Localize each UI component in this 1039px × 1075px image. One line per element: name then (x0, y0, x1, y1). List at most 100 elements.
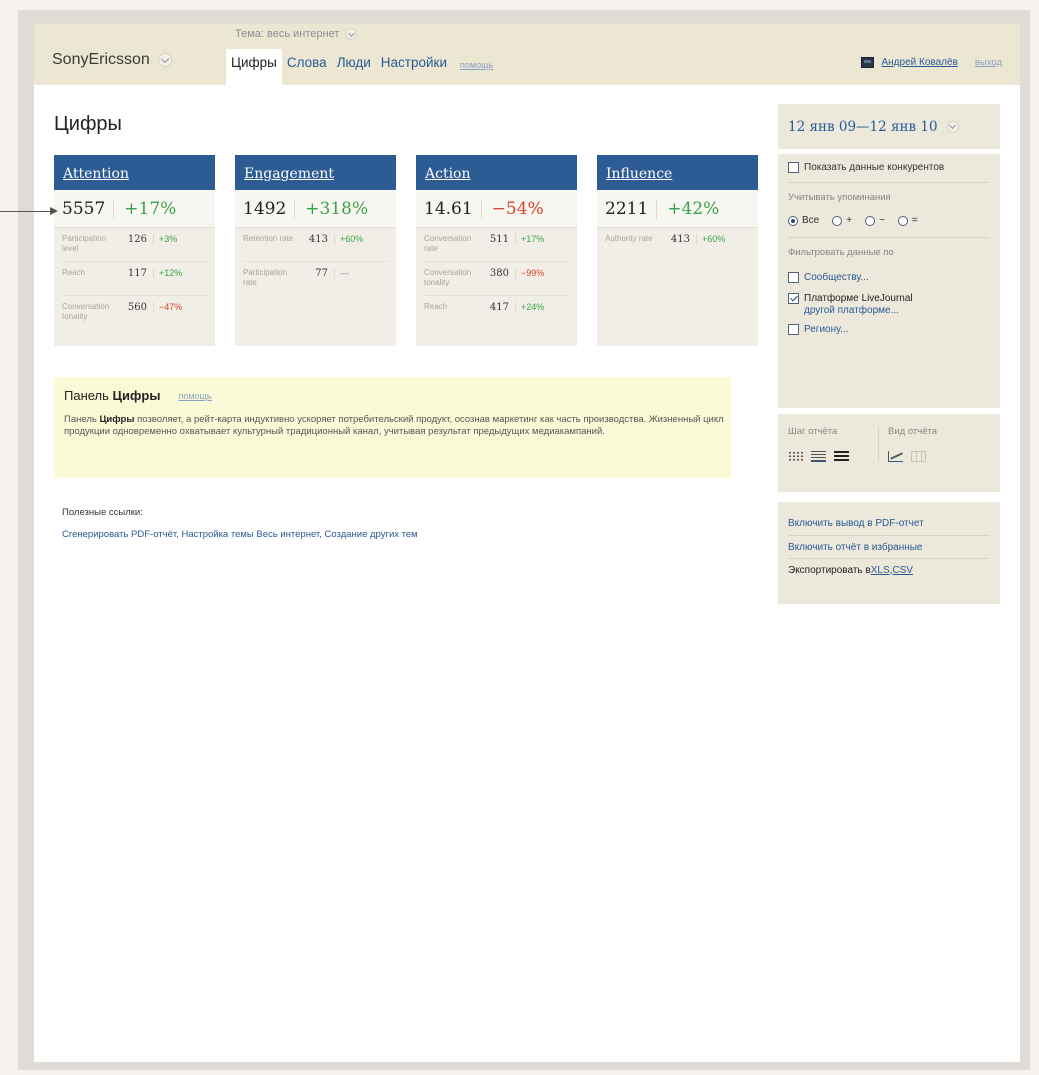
card-influence: Influence 2211 +42% Authority rate 413 +… (597, 155, 758, 346)
line-chart-icon[interactable] (888, 451, 903, 462)
radio-negative[interactable]: − (865, 215, 885, 226)
card-attention: Attention 5557 +17% Participation level … (54, 155, 215, 346)
link-topic-settings[interactable]: Настройка темы Весь интернет (181, 529, 319, 540)
filter-community-option[interactable]: Сообществу... (788, 272, 990, 283)
chevron-down-icon[interactable] (946, 120, 959, 133)
add-favorites-link[interactable]: Включить отчёт в избранные (788, 542, 922, 553)
view-columns: Шаг отчёта Вид отчёта (788, 426, 990, 462)
export-label: Экспортировать в (788, 564, 871, 576)
filter-label: Фильтровать данные по (788, 247, 894, 258)
sub-metric-delta: +24% (521, 302, 545, 312)
chevron-down-icon[interactable] (345, 28, 358, 40)
sub-metric-delta: +60% (702, 234, 726, 244)
topic-label: Тема: весь интернет (235, 28, 340, 40)
step-month-icon[interactable] (834, 451, 849, 462)
radio-positive[interactable]: + (832, 215, 852, 226)
header: SonyEricsson Тема: весь интернет Цифры С… (34, 24, 1020, 85)
community-link[interactable]: Сообществу... (804, 272, 869, 283)
step-column: Шаг отчёта (788, 426, 878, 462)
panel-text-body: позволяет, а рейт-карта индуктивно ускор… (64, 414, 724, 437)
useful-links-title: Полезные ссылки: (62, 507, 143, 518)
mentions-radio-group: Все + − = (788, 215, 990, 226)
sub-metric-row: Conversation rate 511 +17% (424, 228, 569, 262)
panel-description: Панель Цифры позволяет, а рейт-карта инд… (64, 414, 729, 437)
radio-circle[interactable] (897, 215, 908, 226)
tab-numbers[interactable]: Цифры (226, 49, 282, 85)
export-xls-link[interactable]: XLS (871, 565, 890, 576)
radio-circle[interactable] (788, 215, 798, 226)
sub-metric-value: 413 (665, 234, 697, 245)
card-title-link[interactable]: Influence (606, 166, 672, 182)
other-platform-link[interactable]: другой платформе... (788, 305, 990, 316)
sub-metric-delta: −99% (521, 268, 545, 278)
sub-metric-delta: +3% (159, 234, 178, 244)
filter-region-option[interactable]: Региону... (788, 324, 990, 335)
panel-text-bold: Цифры (99, 414, 135, 425)
sub-metric-row: Reach 417 +24% (424, 296, 569, 330)
export-fav-row: Включить отчёт в избранные (788, 535, 990, 558)
metric-value: 1492 (243, 198, 296, 219)
metric-value: 2211 (605, 198, 658, 219)
card-header: Action (416, 155, 577, 190)
radio-label: Все (802, 215, 820, 226)
chevron-down-icon[interactable] (157, 53, 172, 67)
brand-switcher[interactable]: SonyEricsson (52, 51, 172, 69)
logout-link[interactable]: выход (975, 57, 1002, 68)
sub-metric-value: 560 (122, 302, 154, 313)
link-generate-pdf[interactable]: Сгенерировать PDF-отчёт (62, 529, 176, 540)
filter-platform-option[interactable]: Платформе LiveJournal (788, 293, 990, 304)
card-engagement: Engagement 1492 +318% Retention rate 413… (235, 155, 396, 346)
sub-metric-row: Participation rate 77 — (243, 262, 388, 296)
show-competitors-option[interactable]: Показать данные конкурентов (788, 162, 990, 173)
radio-all[interactable]: Все (788, 215, 819, 226)
include-pdf-link[interactable]: Включить вывод в PDF-отчет (788, 518, 924, 529)
sub-metric-label: Retention rate (243, 234, 294, 243)
view-label: Вид отчёта (888, 426, 938, 437)
radio-neutral[interactable]: = (897, 215, 918, 226)
mentions-label: Учитывать упоминания (788, 192, 891, 203)
page-title: Цифры (54, 113, 122, 135)
step-label: Шаг отчёта (788, 426, 838, 437)
sub-metric-delta: — (340, 268, 349, 278)
card-header: Attention (54, 155, 215, 190)
platform-checkbox[interactable] (788, 293, 799, 304)
table-icon[interactable] (911, 451, 926, 462)
link-create-topics[interactable]: Создание других тем (325, 529, 418, 540)
radio-circle[interactable] (832, 215, 843, 226)
metric-value: 14.61 (424, 198, 482, 219)
community-checkbox[interactable] (788, 272, 799, 283)
date-range-selector[interactable]: 12 янв 09—12 янв 10 (778, 104, 1000, 149)
help-link[interactable]: помощь (452, 49, 493, 70)
metric-value: 5557 (62, 198, 115, 219)
panel-text-prefix: Панель (64, 414, 97, 425)
sub-metric-delta: +17% (521, 234, 545, 244)
sub-metric-label: Reach (62, 268, 86, 277)
card-title-link[interactable]: Action (425, 166, 471, 182)
card-title-link[interactable]: Engagement (244, 166, 334, 182)
card-title-link[interactable]: Attention (63, 166, 129, 182)
sub-metric-label: Conversation tonality (424, 268, 472, 287)
app-window: SonyEricsson Тема: весь интернет Цифры С… (34, 24, 1020, 1062)
sub-metric-label: Conversation rate (424, 234, 472, 253)
tab-people[interactable]: Люди (332, 49, 376, 85)
radio-circle[interactable] (865, 215, 876, 226)
sub-metric-value: 126 (122, 234, 154, 245)
panel-title-prefix: Панель (64, 388, 109, 403)
sub-metric-label: Authority rate (605, 234, 653, 243)
region-checkbox[interactable] (788, 324, 799, 335)
tab-settings[interactable]: Настройки (376, 49, 452, 85)
tab-words[interactable]: Слова (282, 49, 332, 85)
filters-panel: Показать данные конкурентов Учитывать уп… (778, 154, 1000, 408)
region-link[interactable]: Региону... (804, 324, 848, 335)
step-week-icon[interactable] (811, 451, 826, 462)
step-day-icon[interactable] (788, 451, 803, 462)
sub-metric-row: Conversation tonality 380 −99% (424, 262, 569, 296)
competitors-checkbox[interactable] (788, 162, 799, 173)
topic-selector[interactable]: Тема: весь интернет (235, 28, 358, 40)
user-name-link[interactable]: Андрей Ковалёв (881, 57, 957, 68)
view-column: Вид отчёта (878, 426, 968, 462)
export-csv-link[interactable]: CSV (892, 565, 913, 576)
export-panel: Включить вывод в PDF-отчет Включить отчё… (778, 502, 1000, 604)
panel-help-link[interactable]: помощь (178, 391, 211, 401)
arrow-right-icon (50, 207, 58, 215)
